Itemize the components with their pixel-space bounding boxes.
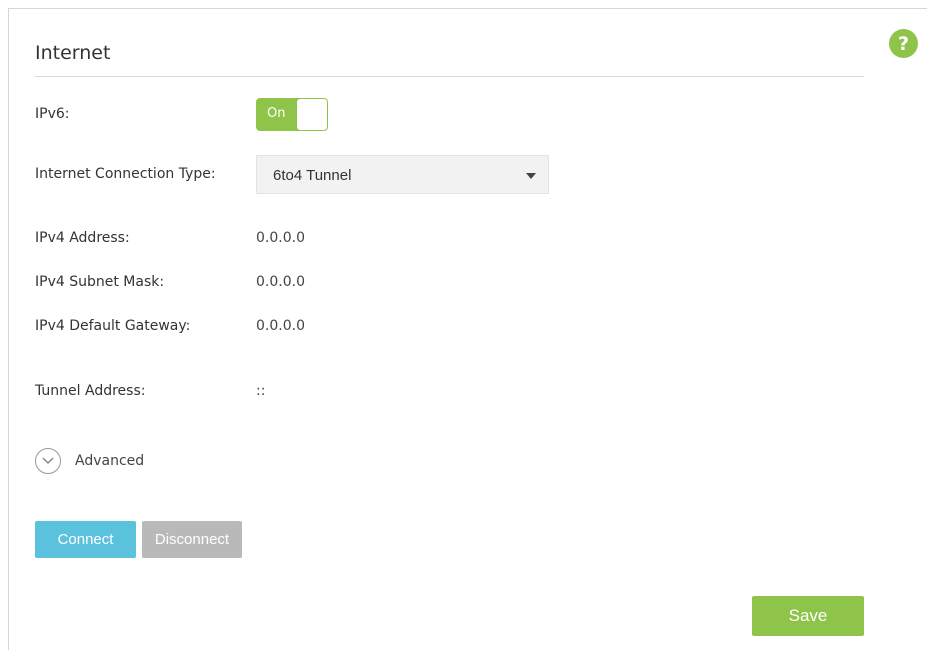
advanced-toggle[interactable]: Advanced xyxy=(35,448,144,474)
ipv4-subnet-mask-label: IPv4 Subnet Mask: xyxy=(35,274,165,290)
ipv4-default-gateway-value: 0.0.0.0 xyxy=(256,318,305,334)
connection-type-value: 6to4 Tunnel xyxy=(273,167,352,184)
ipv6-toggle[interactable]: On xyxy=(256,98,328,131)
tunnel-address-label: Tunnel Address: xyxy=(35,383,146,399)
ipv4-subnet-mask-value: 0.0.0.0 xyxy=(256,274,305,290)
page-title: Internet xyxy=(35,42,111,64)
ipv4-address-label: IPv4 Address: xyxy=(35,230,130,246)
connection-type-label: Internet Connection Type: xyxy=(35,166,216,182)
ipv6-toggle-text: On xyxy=(267,106,286,121)
connect-button[interactable]: Connect xyxy=(35,521,136,558)
ipv6-label: IPv6: xyxy=(35,106,70,122)
advanced-label: Advanced xyxy=(75,453,145,469)
ipv4-address-value: 0.0.0.0 xyxy=(256,230,305,246)
help-icon[interactable]: ? xyxy=(889,29,918,58)
tunnel-address-value: :: xyxy=(256,383,266,399)
caret-down-icon xyxy=(526,173,536,179)
title-divider xyxy=(35,76,864,77)
disconnect-button[interactable]: Disconnect xyxy=(142,521,242,558)
connection-type-select[interactable]: 6to4 Tunnel xyxy=(256,155,549,194)
toggle-knob xyxy=(297,99,327,130)
chevron-down-circle-icon xyxy=(35,448,61,474)
save-button[interactable]: Save xyxy=(752,596,864,636)
ipv4-default-gateway-label: IPv4 Default Gateway: xyxy=(35,318,191,334)
